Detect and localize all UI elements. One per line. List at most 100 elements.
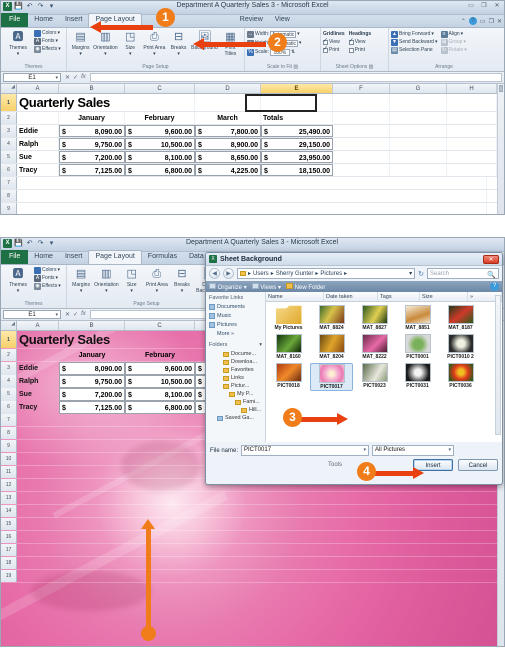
cell-february[interactable]: $6,800.00 [125, 164, 195, 176]
table-row[interactable]: 3 Eddie $8,090.00 $9,600.00 $7,800.00 $2… [1, 125, 504, 138]
print-area-button[interactable]: ⎙ Print Area ▾ [145, 266, 169, 294]
themes-button[interactable]: 🅰 Themes ▾ [3, 29, 33, 57]
col-header-E[interactable]: E [261, 84, 333, 93]
file-item-pict0031[interactable]: PICT0031 [396, 363, 439, 391]
cell-A1-title[interactable]: Quarterly Sales [17, 94, 195, 111]
cell-G[interactable] [390, 125, 447, 137]
folders-header-row[interactable]: Folders ▾ [209, 342, 262, 348]
theme-colors-button[interactable]: Colors ▾ [34, 30, 61, 37]
file-item-mat8160[interactable]: MAT_8160 [267, 334, 310, 360]
cell-march[interactable]: $8,900.00 [195, 138, 261, 150]
file-list-scrollbar[interactable] [495, 295, 501, 435]
size-button[interactable]: ◳ Size ▾ [119, 29, 142, 57]
new-folder-button[interactable]: New Folder [285, 282, 325, 291]
orientation-button[interactable]: ▥ Orientation ▾ [93, 29, 117, 57]
col-header-D[interactable]: D [195, 84, 261, 93]
column-header-tags[interactable]: Tags [378, 292, 420, 301]
file-item-mat8222[interactable]: MAT_8222 [353, 334, 396, 360]
cell-C2-february[interactable]: February [125, 349, 195, 361]
organize-button[interactable]: Organize ▾ [209, 282, 247, 291]
folder-favorites[interactable]: Favorites [209, 366, 262, 374]
sheet-row-15[interactable]: 15 [1, 518, 504, 531]
back-button[interactable]: ◀ [209, 268, 220, 279]
ribbon-help-controls-top[interactable]: ⌃ ? ▭ ❐ ✕ [461, 17, 502, 25]
file-item-pict0010-2[interactable]: PICT0010 2 [439, 334, 482, 360]
close-icon[interactable]: ✕ [492, 2, 502, 9]
cell-H1[interactable] [447, 94, 497, 111]
tab-file[interactable]: File [1, 13, 29, 27]
forward-button[interactable]: ▶ [223, 268, 234, 279]
cell-january[interactable]: $7,200.00 [59, 388, 125, 401]
file-item-mat8187[interactable]: MAT_8187 [439, 305, 482, 331]
col-header-G[interactable]: G [390, 84, 447, 93]
name-box-dropdown-icon[interactable]: ▾ [55, 311, 58, 320]
cell-B2-january[interactable]: January [59, 112, 125, 124]
cell-G2[interactable] [390, 112, 447, 124]
file-type-select[interactable]: All Pictures ▾ [372, 445, 455, 456]
sheet-row-14[interactable]: 14 [1, 505, 504, 518]
row-header-5[interactable]: 5 [1, 151, 17, 163]
cell-february[interactable]: $6,800.00 [125, 401, 195, 414]
col-header-C[interactable]: C [125, 84, 195, 93]
row-header-8[interactable]: 8 [1, 190, 17, 202]
size-button[interactable]: ◳ Size ▾ [120, 266, 144, 294]
row-header-18[interactable]: 18 [1, 557, 17, 569]
views-button[interactable]: Views ▾ [251, 282, 281, 291]
sidebar-item-documents[interactable]: Documents [209, 303, 262, 311]
cell-name[interactable]: Ralph [17, 375, 59, 388]
cell-C2-february[interactable]: February [125, 112, 195, 124]
ribbon-tabs-top[interactable]: File Home Insert Page Layout Review View… [1, 13, 504, 28]
align-button[interactable]: ≡ Align ▾ [440, 31, 467, 38]
cell-january[interactable]: $8,090.00 [59, 125, 125, 137]
file-item-pict0036[interactable]: PICT0036 [439, 363, 482, 391]
print-area-button[interactable]: ⎙ Print Area ▾ [143, 29, 166, 57]
breadcrumb-dropdown-icon[interactable]: ▾ [409, 270, 412, 277]
file-item-pict0001[interactable]: PICT0001 [396, 334, 439, 360]
empty-row[interactable] [17, 177, 487, 189]
row-header-9[interactable]: 9 [1, 203, 17, 214]
column-header-date-taken[interactable]: Date taken [324, 292, 378, 301]
tab-view[interactable]: View [269, 14, 296, 27]
cell-february[interactable]: $8,100.00 [125, 151, 195, 163]
cell-A1-title[interactable]: Quarterly Sales [17, 331, 195, 348]
cell-name[interactable]: Tracy [17, 164, 59, 176]
folder-saved-games[interactable]: Saved Ga... [209, 414, 262, 422]
tools-button[interactable]: Tools [328, 462, 342, 468]
orientation-button[interactable]: ▥ Orientation ▾ [94, 266, 118, 294]
row-header-17[interactable]: 17 [1, 544, 17, 556]
tab-insert[interactable]: Insert [59, 251, 89, 264]
sheet-tab-bar[interactable]: ⏮ ◀ ▶ ⏭ Sheet1 Sheet2 Sheet3 ⊞ ◀ ▶ [1, 646, 504, 647]
tab-review[interactable]: Review [234, 14, 269, 27]
window-controls-top[interactable]: ▭ ❐ ✕ [466, 2, 502, 9]
sheet-row-2[interactable]: 2 January February March Totals [1, 112, 504, 125]
col-header-A[interactable]: A [17, 84, 59, 93]
cell-F[interactable] [333, 125, 390, 137]
row-header-16[interactable]: 16 [1, 531, 17, 543]
tab-page-layout[interactable]: Page Layout [88, 250, 142, 264]
sheet-row-16[interactable]: 16 [1, 531, 504, 544]
folder-links[interactable]: Links [209, 374, 262, 382]
row-header-2[interactable]: 2 [1, 349, 17, 361]
cell-march[interactable]: $8,650.00 [195, 151, 261, 163]
breadcrumb-item-pictures[interactable]: Pictures [320, 271, 342, 277]
empty-row[interactable] [17, 203, 487, 214]
selection-pane-button[interactable]: ▤ Selection Pane [391, 47, 438, 54]
cell-F1[interactable] [333, 94, 390, 111]
sheet-row-7[interactable]: 7 [1, 177, 504, 190]
options-icon[interactable]: ⌃ [461, 18, 466, 25]
headings-print-checkbox[interactable]: Print [348, 47, 372, 54]
row-header-7[interactable]: 7 [1, 177, 17, 189]
scroll-up-arrow[interactable] [499, 85, 503, 92]
dialog-close-button[interactable]: ✕ [483, 254, 499, 264]
cancel-button[interactable]: Cancel [458, 459, 498, 471]
headings-view-checkbox[interactable]: View [348, 38, 372, 46]
row-header-1[interactable]: 1 [1, 331, 17, 348]
chevron-down-icon[interactable]: ▾ [449, 445, 452, 456]
dialog-toolbar[interactable]: Organize ▾ Views ▾ New Folder ? [206, 281, 502, 292]
margins-button[interactable]: ▤ Margins ▾ [69, 266, 93, 294]
file-item-pict0018[interactable]: PICT0018 [267, 363, 310, 391]
select-all-corner[interactable]: ◢ [1, 84, 17, 93]
cell-totals[interactable]: $25,490.00 [261, 125, 333, 137]
file-item-mat8827[interactable]: MAT_8827 [353, 305, 396, 331]
sidebar-item-more[interactable]: More » [209, 330, 262, 338]
